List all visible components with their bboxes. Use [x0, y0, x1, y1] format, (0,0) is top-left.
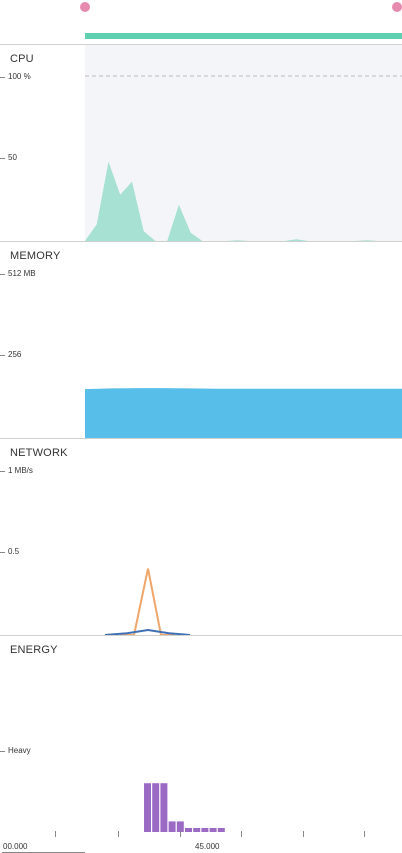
cpu-monitor[interactable]: CPU 100 % 50 — [0, 44, 402, 242]
timeline-start-label: 00.000 — [3, 842, 28, 851]
time-tick — [364, 831, 365, 837]
energy-bar — [160, 783, 168, 832]
time-tick — [55, 831, 56, 837]
energy-chart — [144, 783, 225, 832]
session-end-marker[interactable] — [392, 2, 402, 12]
network-chart — [104, 568, 191, 636]
session-range-bar[interactable] — [85, 33, 402, 39]
cpu-chart — [85, 75, 402, 241]
energy-monitor[interactable]: ENERGY Heavy — [0, 635, 402, 832]
timeline-axis[interactable]: 00.000 45.000 — [0, 831, 402, 853]
memory-monitor[interactable]: MEMORY 512 MB 256 — [0, 241, 402, 439]
energy-bar — [152, 783, 160, 832]
time-tick — [241, 831, 242, 837]
network-monitor[interactable]: NETWORK 1 MB/s 0.5 — [0, 438, 402, 636]
network-sent-line — [120, 568, 175, 636]
time-tick — [180, 831, 181, 837]
cpu-usage-area — [85, 161, 402, 241]
memory-usage-area — [85, 388, 402, 439]
energy-bar — [144, 783, 151, 832]
timeline-mid-label: 45.000 — [195, 842, 220, 851]
session-start-marker[interactable] — [80, 2, 90, 12]
time-tick — [118, 831, 119, 837]
time-tick — [303, 831, 304, 837]
memory-chart — [85, 388, 402, 439]
